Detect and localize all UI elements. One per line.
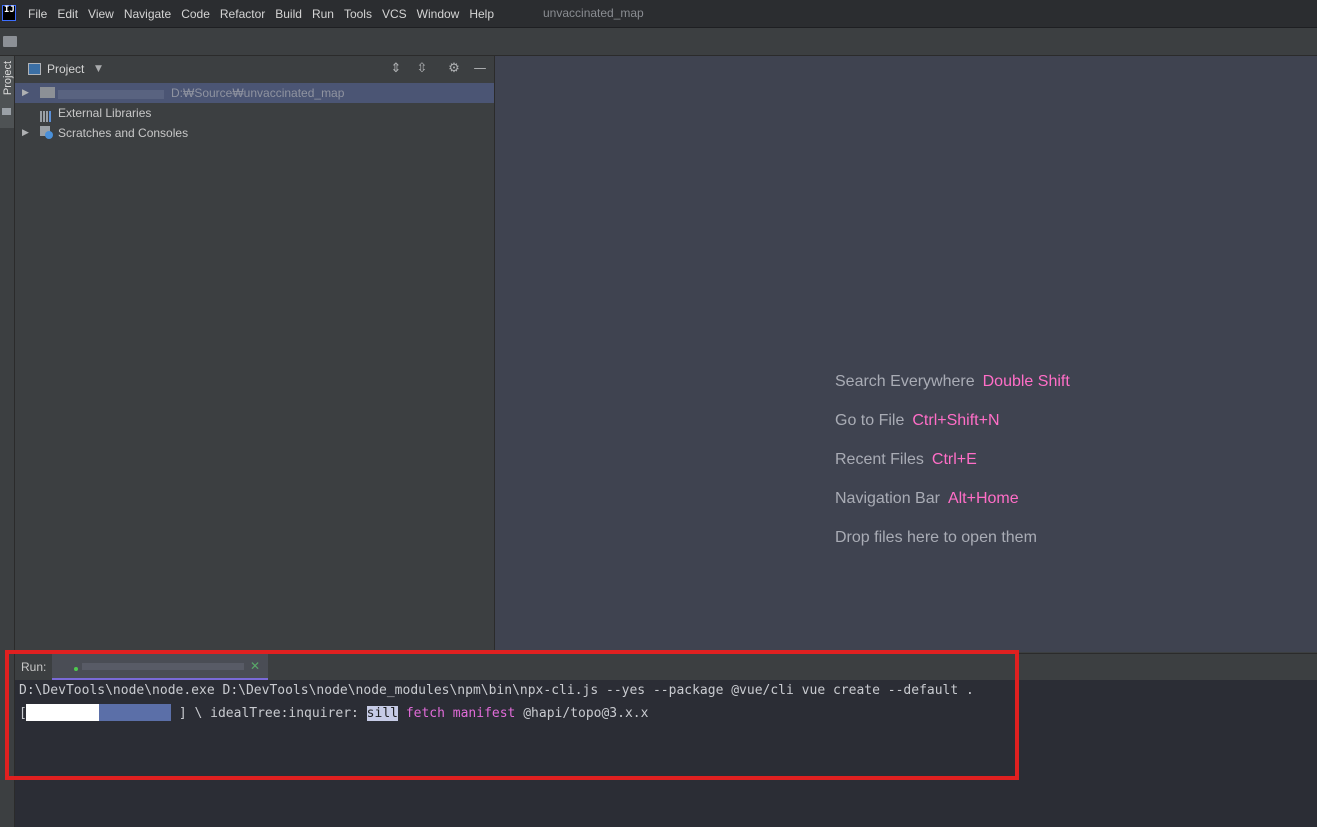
project-panel: [15, 56, 495, 652]
hint-label: Go to File: [835, 412, 905, 429]
menu-build[interactable]: Build: [275, 7, 302, 21]
intellij-app-icon[interactable]: IJ: [2, 5, 16, 21]
menu-view[interactable]: View: [88, 7, 114, 21]
hint-navigation-bar: Navigation Bar Alt+Home: [835, 490, 1019, 508]
tree-item-scratches[interactable]: Scratches and Consoles: [58, 126, 188, 140]
hint-recent-files: Recent Files Ctrl+E: [835, 451, 977, 469]
menu-refactor[interactable]: Refactor: [220, 7, 265, 21]
hint-go-to-file: Go to File Ctrl+Shift+N: [835, 412, 1000, 430]
project-name-redacted: [58, 90, 164, 99]
chevron-down-icon[interactable]: ▼: [95, 64, 102, 74]
gear-icon[interactable]: ⚙: [446, 61, 462, 77]
menu-window[interactable]: Window: [417, 7, 460, 21]
hint-shortcut: Double Shift: [982, 373, 1070, 390]
hint-label: Recent Files: [835, 451, 924, 468]
red-highlight-box: [5, 650, 1019, 780]
menu-help[interactable]: Help: [469, 7, 494, 21]
chevron-right-icon[interactable]: ▶: [22, 88, 29, 98]
project-view-icon: [28, 63, 41, 75]
hint-label: Drop files here to open them: [835, 529, 1037, 546]
minimize-icon[interactable]: —: [472, 61, 488, 77]
expand-all-icon[interactable]: ⇕: [388, 61, 404, 77]
chevron-right-icon[interactable]: ▶: [22, 128, 29, 138]
hint-label: Navigation Bar: [835, 490, 940, 507]
hint-label: Search Everywhere: [835, 373, 975, 390]
folder-icon: [2, 108, 11, 115]
main-menu: File Edit View Navigate Code Refactor Bu…: [28, 0, 504, 27]
library-icon: [40, 107, 54, 122]
hint-search-everywhere: Search Everywhere Double Shift: [835, 373, 1070, 391]
menu-code[interactable]: Code: [181, 7, 210, 21]
menu-file[interactable]: File: [28, 7, 47, 21]
folder-icon: [3, 36, 17, 47]
hint-drop-files: Drop files here to open them: [835, 529, 1037, 547]
tree-item-external-libraries[interactable]: External Libraries: [58, 106, 151, 120]
menu-run[interactable]: Run: [312, 7, 334, 21]
navigation-bar: [0, 28, 1317, 56]
hint-shortcut: Ctrl+Shift+N: [912, 412, 1000, 429]
collapse-all-icon[interactable]: ⇳: [414, 61, 430, 77]
scratches-icon: [40, 126, 53, 139]
hint-shortcut: Ctrl+E: [931, 451, 977, 468]
window-title: unvaccinated_map: [543, 6, 644, 20]
panel-title[interactable]: Project: [47, 62, 84, 76]
folder-icon: [40, 87, 55, 98]
menu-edit[interactable]: Edit: [57, 7, 78, 21]
project-tool-label[interactable]: Project: [2, 58, 14, 98]
hint-shortcut: Alt+Home: [947, 490, 1019, 507]
menu-vcs[interactable]: VCS: [382, 7, 407, 21]
menu-tools[interactable]: Tools: [344, 7, 372, 21]
project-root-path: D:₩Source₩unvaccinated_map: [171, 86, 345, 100]
editor-empty-area[interactable]: [495, 56, 1317, 652]
menu-navigate[interactable]: Navigate: [124, 7, 171, 21]
